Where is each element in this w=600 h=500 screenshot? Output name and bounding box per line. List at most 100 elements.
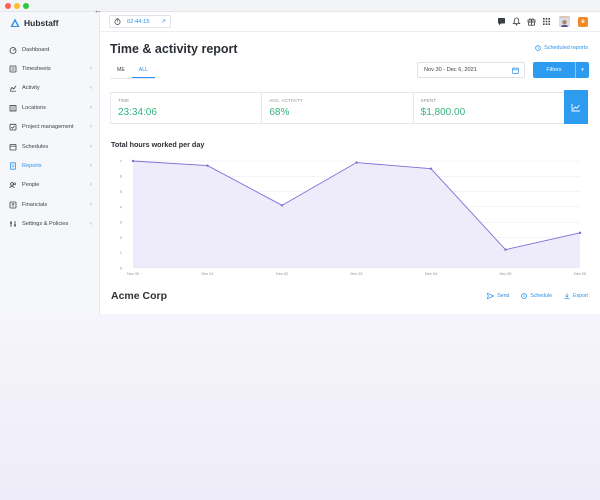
date-range-picker[interactable]: Nov 30 - Dec 6, 2021 [417,62,525,78]
notification-bell-icon[interactable] [512,17,521,26]
people-icon [9,182,16,189]
main-content: Time & activity report Scheduled reports… [100,32,600,314]
stat-time-label: TIME [118,98,130,103]
locations-icon [9,104,17,112]
brand-name: Hubstaff [24,18,59,28]
x-tick-label: Dec 06 [574,272,586,276]
stat-time: TIME 23:34:06 [111,93,263,123]
chevron-left-icon[interactable]: ‹ [90,163,92,169]
open-timer-icon[interactable]: ↗ [161,18,166,25]
schedules-icon [9,143,17,151]
x-tick-label: Dec 05 [499,272,511,276]
chevron-left-icon[interactable]: ‹ [90,202,92,208]
chevron-left-icon[interactable]: ‹ [90,124,92,130]
scheduled-reports-link[interactable]: Scheduled reports [535,45,588,51]
stat-spent-value: $1,800.00 [420,107,466,118]
tab-all[interactable]: ALL [131,64,156,78]
export-button[interactable]: Export [564,293,588,299]
calendar-icon [512,67,519,74]
stat-time-value: 23:34:06 [118,107,157,118]
tab-me[interactable]: ME [110,64,132,78]
stat-spent: SPENT $1,800.00 [414,93,564,123]
filters-button[interactable]: Filters ▾ [533,62,589,78]
financials-icon [9,201,17,209]
sidebar-item-reports[interactable]: Reports ‹ [0,156,100,175]
sidebar-item-label: Reports [22,163,42,170]
window-titlebar [0,0,600,12]
x-tick-label: Dec 03 [350,272,362,276]
project-management-icon [9,124,17,131]
schedule-button[interactable]: Schedule [521,293,552,299]
timer-value: 02:44:15 [127,18,150,25]
chevron-left-icon[interactable]: ‹ [90,144,92,150]
sidebar-item-dashboard[interactable]: Dashboard [0,40,100,59]
sidebar-item-label: Locations [22,104,46,111]
y-tick-label: 0 [120,266,122,270]
dashboard-icon [9,46,17,54]
schedule-label: Schedule [530,293,552,299]
data-point [578,231,582,235]
send-label: Send [497,293,510,299]
window-maximize-button[interactable] [23,3,29,9]
y-tick-label: 6 [120,175,122,179]
sidebar-item-people[interactable]: People ‹ [0,176,100,195]
sidebar-item-label: Dashboard [22,46,50,53]
clock-icon [521,293,528,299]
stat-spent-label: SPENT [420,98,437,103]
topbar-icons: e [491,16,588,27]
sidebar-item-timesheets[interactable]: Timesheets ‹ [0,59,100,78]
chevron-left-icon[interactable]: ‹ [90,85,92,91]
organization-badge[interactable]: e [578,16,588,27]
download-icon [564,293,570,299]
sidebar-item-label: People [22,182,40,189]
chevron-left-icon[interactable]: ‹ [90,182,92,188]
sidebar-item-locations[interactable]: Locations ‹ [0,98,100,117]
brand[interactable]: Hubstaff [10,16,58,30]
reports-icon [10,162,16,170]
data-point [355,161,358,164]
timer-widget[interactable]: 02:44:15 ↗ [109,15,171,28]
filters-label: Filters [546,67,562,73]
sidebar-item-activity[interactable]: Activity ‹ [0,79,100,98]
truncated-table-row [111,311,181,314]
chevron-left-icon[interactable]: ‹ [90,66,92,72]
sidebar-item-project-management[interactable]: Project management ‹ [0,118,100,137]
data-point [504,248,507,251]
data-point [131,159,135,163]
timesheets-icon [9,65,17,73]
y-tick-label: 4 [120,205,122,209]
avatar[interactable] [559,16,570,27]
series-area [133,161,580,268]
hubstaff-logo-icon [10,18,20,27]
window-minimize-button[interactable] [14,3,20,9]
sidebar-item-label: Financials [22,201,48,208]
sidebar-item-schedules[interactable]: Schedules ‹ [0,137,100,156]
section-title: Acme Corp [111,290,168,302]
sidebar-item-label: Timesheets [22,66,51,73]
stat-avg-activity-value: 68% [269,107,290,118]
window-close-button[interactable] [5,3,11,9]
chart-toggle-button[interactable] [564,90,588,124]
y-tick-label: 3 [120,221,122,225]
send-button[interactable]: Send [487,293,509,299]
sidebar: Hubstaff Dashboard Timesheets ‹ Activity ‹ Lo… [0,12,100,314]
sidebar-item-label: Activity [22,85,40,92]
gift-icon[interactable] [527,17,536,26]
clock-icon [535,45,541,51]
sidebar-item-financials[interactable]: Financials ‹ [0,195,100,214]
chat-icon[interactable] [497,17,506,26]
apps-grid-icon[interactable] [542,17,551,26]
data-point [429,167,433,170]
data-point [206,164,209,167]
chevron-left-icon[interactable]: ‹ [90,221,92,227]
sidebar-item-label: Settings & Policies [22,221,69,228]
settings-icon [10,221,16,228]
chevron-left-icon[interactable]: ‹ [90,105,92,111]
filters-dropdown-chevron-icon[interactable]: ▾ [575,62,589,78]
sidebar-nav: Dashboard Timesheets ‹ Activity ‹ Locations ‹ P… [0,40,100,234]
sidebar-item-settings-and-policies[interactable]: Settings & Policies ‹ [0,215,100,234]
data-point [280,204,284,207]
sidebar-item-label: Schedules [22,143,49,150]
x-tick-label: Dec 02 [276,272,288,276]
send-icon [487,293,495,299]
